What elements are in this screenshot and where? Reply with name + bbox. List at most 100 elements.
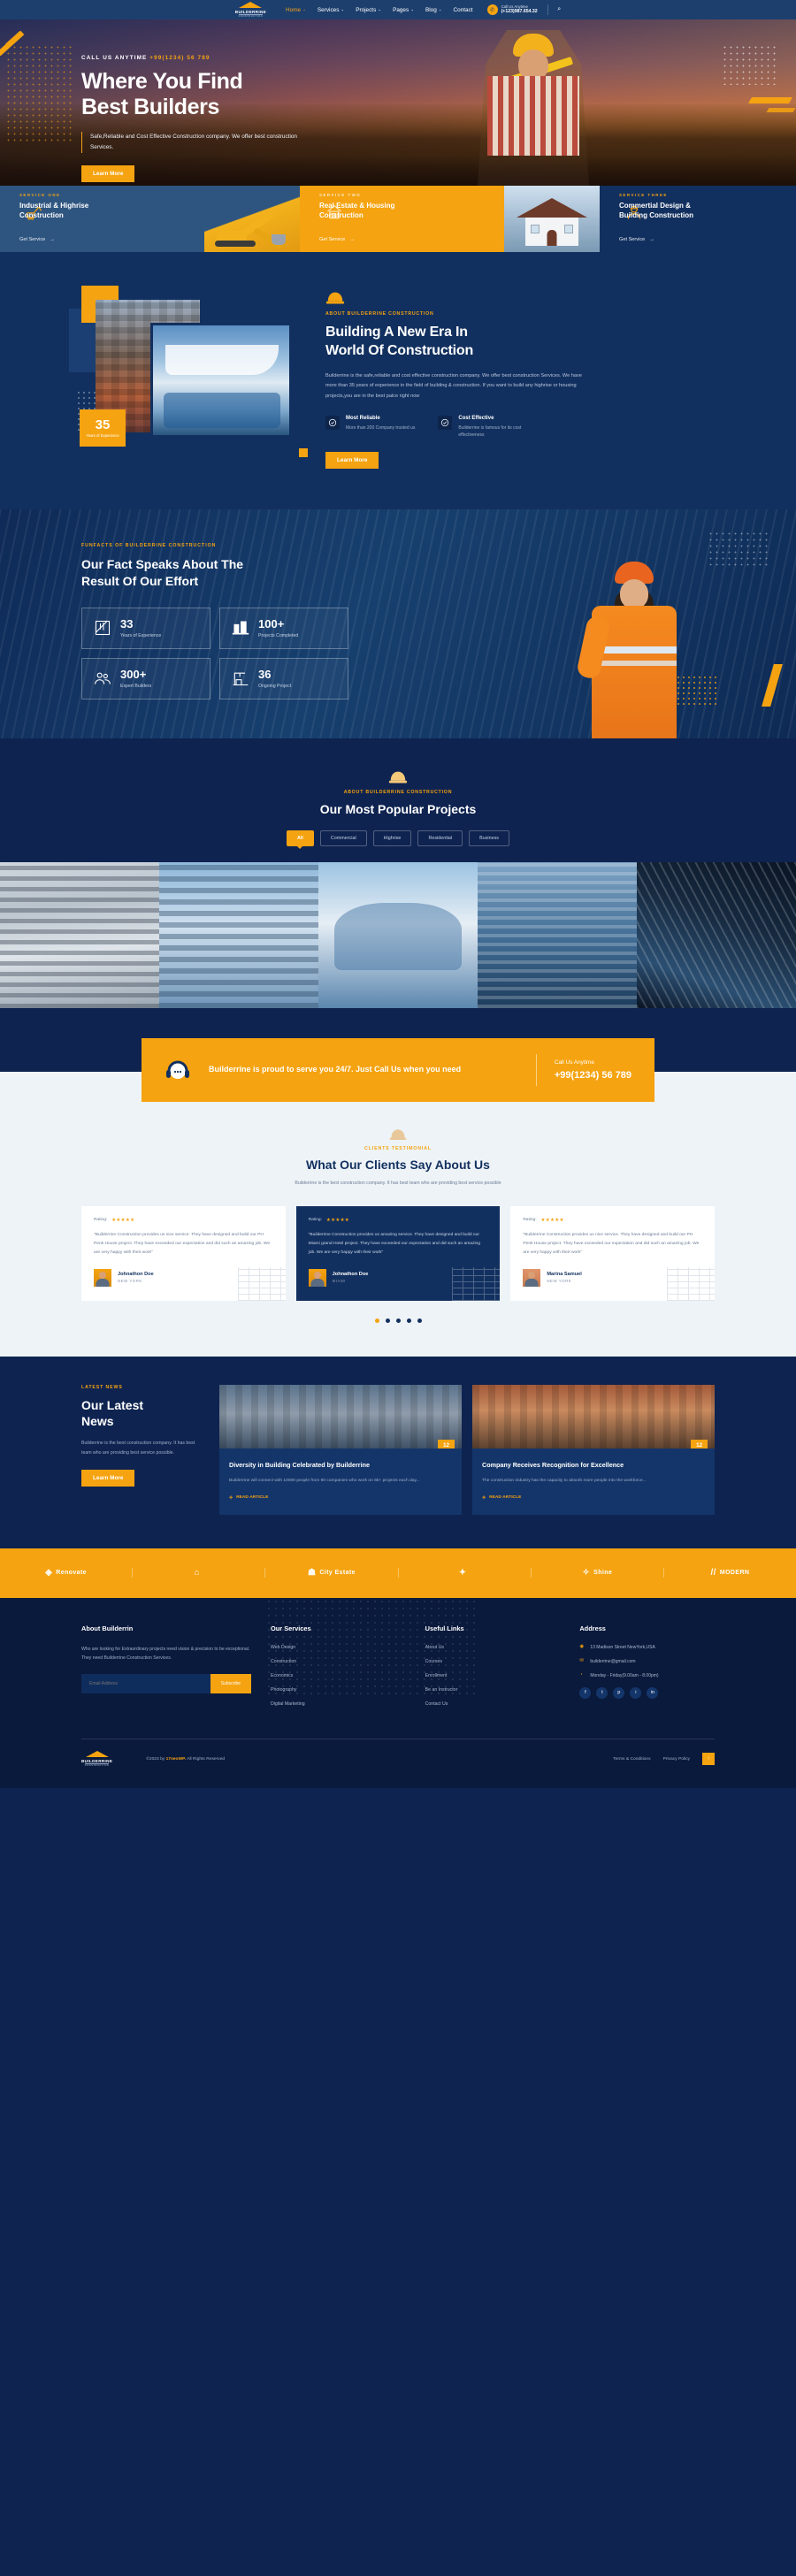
email-input[interactable] xyxy=(81,1674,210,1694)
home-outline-icon: ⌂ xyxy=(194,1568,200,1578)
testimonial-cards: Rating: ★★★★★ "Builderrine Construction p… xyxy=(0,1205,796,1301)
linkedin-icon[interactable]: in xyxy=(647,1686,659,1699)
brand-logo-home[interactable]: ⌂ xyxy=(133,1568,266,1578)
experience-number: 35 xyxy=(95,417,111,432)
pinterest-icon[interactable]: p xyxy=(613,1686,625,1699)
plus-icon: ✛ xyxy=(229,1495,233,1501)
logo-icon xyxy=(84,1750,111,1759)
site-header: BUILDERRINE CONSTRUCTION Home ⌄ Services ⌄… xyxy=(0,0,796,19)
brand-logo-shine[interactable]: ✧ Shine xyxy=(532,1568,664,1578)
cta-call[interactable]: Call Us Anytime +99(1234) 56 789 xyxy=(555,1059,631,1081)
tab-commercial[interactable]: Commercial xyxy=(319,829,367,846)
footer-link-about-us[interactable]: About Us xyxy=(425,1645,561,1650)
testimonial-card[interactable]: Rating: ★★★★★ "Builderrine Construction p… xyxy=(295,1205,501,1301)
brand-logo-star[interactable]: ✦ xyxy=(399,1568,532,1578)
nav-item-pages[interactable]: Pages ⌄ xyxy=(393,7,414,13)
carousel-dot[interactable] xyxy=(385,1318,390,1323)
footer-link-enrollment[interactable]: Enrollment xyxy=(425,1673,561,1678)
stat-1-number: 100+ xyxy=(258,616,285,631)
testimonial-card[interactable]: Rating: ★★★★★ "Builderrine Construction p… xyxy=(510,1205,716,1301)
footer-link-contact-us[interactable]: Contact Us xyxy=(425,1701,561,1707)
stat-0-label: Years of Experience xyxy=(120,632,162,638)
service-one-link[interactable]: Get Service → xyxy=(19,237,55,242)
news-title-text: Diversity in Building Celebrated by Buil… xyxy=(229,1460,370,1469)
stat-expert-builders: 300+ Expert Builders xyxy=(81,657,210,699)
nav-item-services[interactable]: Services ⌄ xyxy=(318,7,344,13)
search-icon[interactable]: ⌕ xyxy=(557,6,561,13)
footer-privacy-link[interactable]: Privacy Policy xyxy=(663,1757,690,1762)
site-logo[interactable]: BUILDERRINE CONSTRUCTION xyxy=(235,1,266,18)
hero-learn-more-button[interactable]: Learn More xyxy=(81,164,135,182)
rating-label: Rating: xyxy=(94,1218,108,1223)
footer-link-courses[interactable]: Courses xyxy=(425,1659,561,1664)
footer-link-economics[interactable]: Economics xyxy=(271,1673,406,1678)
carousel-dot[interactable] xyxy=(406,1318,411,1323)
main-nav: Home ⌄ Services ⌄ Projects ⌄ Pages ⌄ Blog ⌄ C… xyxy=(286,7,473,13)
brand-name: MODERN xyxy=(719,1570,750,1577)
instagram-icon[interactable]: i xyxy=(630,1686,642,1699)
nav-item-home[interactable]: Home ⌄ xyxy=(286,7,306,13)
service-three-link[interactable]: Get Service → xyxy=(619,237,654,242)
footer-link-web-design[interactable]: Web Design xyxy=(271,1645,406,1650)
testimonial-card[interactable]: Rating: ★★★★★ "Builderrine Construction p… xyxy=(81,1205,286,1301)
service-card-two[interactable]: SERVICE TWO Real Estate & Housing Constr… xyxy=(300,186,504,252)
project-gallery xyxy=(0,861,796,1008)
footer-email[interactable]: ✉ builderrine@gmail.com xyxy=(579,1658,715,1664)
footer-link-photography[interactable]: Photography xyxy=(271,1687,406,1693)
footer-logo[interactable]: BUILDERRINE CONSTRUCTION xyxy=(81,1750,112,1767)
facebook-icon[interactable]: f xyxy=(579,1686,592,1699)
chevron-down-icon: ⌄ xyxy=(410,6,414,11)
news-card[interactable]: 12 MAY Diversity in Building Celebrated … xyxy=(219,1384,462,1515)
tab-business[interactable]: Business xyxy=(469,829,509,846)
back-to-top-button[interactable]: ↑ xyxy=(702,1753,715,1766)
news-read-article-link[interactable]: ✛ READ ARTICLE xyxy=(229,1495,268,1501)
service-card-three[interactable]: SERVICE THREE Commertial Design & Buildi… xyxy=(600,186,796,252)
tab-highrise[interactable]: Highrise xyxy=(372,829,412,846)
cta-divider xyxy=(535,1053,537,1086)
project-thumb[interactable] xyxy=(637,861,796,1008)
service-two-link[interactable]: Get Service → xyxy=(319,237,355,242)
project-thumb[interactable] xyxy=(478,861,637,1008)
testimonial-rating: Rating: ★★★★★ xyxy=(523,1218,702,1223)
news-intro: LATEST NEWS Our Latest News Builderrine … xyxy=(81,1385,205,1515)
arrow-right-icon: → xyxy=(649,236,654,242)
rating-label: Rating: xyxy=(308,1218,322,1223)
hero-content: CALL US ANYTIME +99(1234) 56 789 Where Y… xyxy=(0,19,416,182)
projects-section: ABOUT BUILDERRINE CONSTRUCTION Our Most … xyxy=(0,738,796,1008)
tab-residential[interactable]: Residential xyxy=(417,829,463,846)
feature-1-title: Cost Effective xyxy=(458,415,494,421)
subscribe-button[interactable]: Subscribe xyxy=(210,1674,251,1694)
about-title-line1: Building A New Era In xyxy=(325,325,468,340)
testimonials-subtitle: Builderrine is the best construction com… xyxy=(295,1180,501,1186)
news-card[interactable]: 12 MAY Company Receives Recognition for … xyxy=(472,1384,715,1515)
project-thumb[interactable] xyxy=(0,861,159,1008)
footer-link-construction[interactable]: Construction xyxy=(271,1659,406,1664)
project-thumb[interactable] xyxy=(159,861,318,1008)
carousel-dot[interactable] xyxy=(395,1318,401,1323)
footer-link-be-an-instructor[interactable]: Be an Instructor xyxy=(425,1687,561,1693)
brand-logo-city-estate[interactable]: ☗ City Estate xyxy=(265,1568,399,1578)
brand-logo-modern[interactable]: //MODERN xyxy=(664,1568,796,1578)
team-icon xyxy=(95,672,111,684)
news-read-article-link[interactable]: ✛ READ ARTICLE xyxy=(482,1495,521,1501)
nav-item-contact[interactable]: Contact xyxy=(454,7,473,13)
carousel-dot[interactable] xyxy=(417,1318,422,1323)
brand-logo-renovate[interactable]: ◈ Renovate xyxy=(0,1568,134,1578)
footer-terms-link[interactable]: Terms & Conditions xyxy=(613,1757,650,1762)
facts-title-line2: Result Of Our Effort xyxy=(81,573,199,588)
service-card-one[interactable]: SERVICE ONE Industrial & Highrise Constr… xyxy=(0,186,204,252)
tab-all[interactable]: All xyxy=(287,829,314,846)
twitter-icon[interactable]: t xyxy=(596,1686,608,1699)
hero-phone[interactable]: +99(1234) 56 789 xyxy=(149,55,210,61)
about-learn-more-button[interactable]: Learn More xyxy=(325,451,379,469)
project-thumb[interactable] xyxy=(318,861,478,1008)
nav-item-blog[interactable]: Blog ⌄ xyxy=(425,7,442,13)
blueprint-icon xyxy=(95,621,111,636)
carousel-dot[interactable] xyxy=(374,1318,379,1323)
footer-link-digital-marketing[interactable]: Digital Marketing xyxy=(271,1701,406,1707)
nav-item-projects[interactable]: Projects ⌄ xyxy=(356,7,381,13)
news-day: 12 xyxy=(695,1442,703,1449)
news-learn-more-button[interactable]: Learn More xyxy=(81,1469,135,1487)
hero-dot-grid-right xyxy=(722,44,777,85)
header-call[interactable]: ✆ Call Us Anytime (+123)987.654.32 xyxy=(486,4,538,16)
